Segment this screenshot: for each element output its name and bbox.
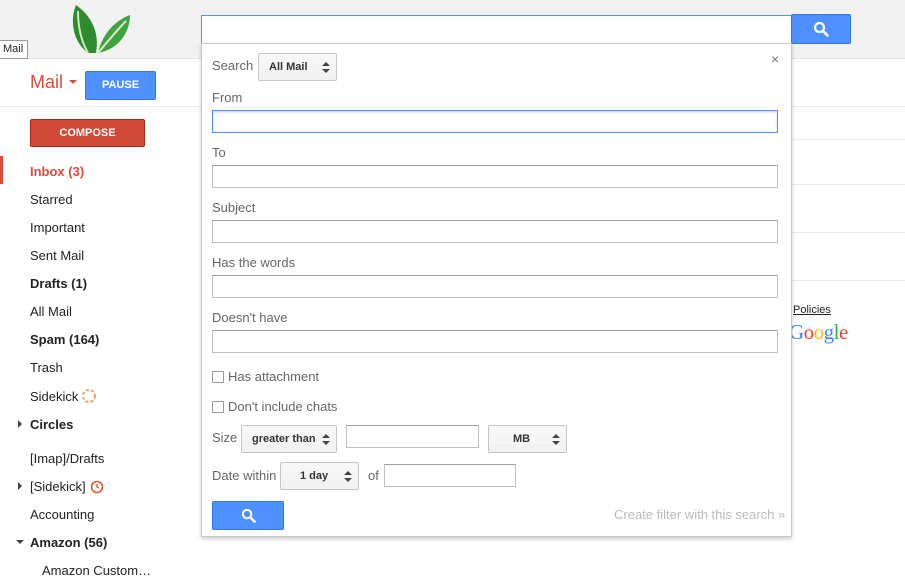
no-chats-label[interactable]: Don't include chats <box>228 399 337 414</box>
to-field[interactable] <box>212 165 778 188</box>
advanced-search-button[interactable] <box>212 501 284 530</box>
subject-label: Subject <box>212 200 256 215</box>
size-unit-value: MB <box>513 433 531 445</box>
from-label: From <box>212 90 243 105</box>
expand-icon[interactable] <box>18 420 22 428</box>
sidebar-item-accounting[interactable]: Accounting <box>30 507 94 522</box>
subject-field[interactable] <box>212 220 778 243</box>
sidebar-item-spam[interactable]: Spam (164) <box>30 332 99 347</box>
of-label: of <box>368 468 379 483</box>
no-chats-checkbox[interactable] <box>212 401 224 413</box>
has-attachment-checkbox[interactable] <box>212 371 224 383</box>
doesnt-have-field[interactable] <box>212 330 778 353</box>
sidebar-item-sidekick[interactable]: Sidekick <box>30 389 78 404</box>
date-within-value: 1 day <box>300 470 329 482</box>
sidebar-item-sent[interactable]: Sent Mail <box>30 248 84 263</box>
date-within-select[interactable]: 1 day <box>280 462 359 490</box>
pause-button[interactable]: PAUSE <box>85 71 156 100</box>
has-words-field[interactable] <box>212 275 778 298</box>
search-icon <box>813 21 829 37</box>
sidebar-item-amazon-customer[interactable]: Amazon Custom… <box>42 563 151 578</box>
size-unit-select[interactable]: MB <box>488 425 567 453</box>
leaf-logo[interactable] <box>68 1 136 59</box>
size-value-field[interactable] <box>346 425 479 448</box>
sidebar-item-important[interactable]: Important <box>30 220 85 235</box>
doesnt-have-label: Doesn't have <box>212 310 288 325</box>
sidebar-item-all-mail[interactable]: All Mail <box>30 304 72 319</box>
date-field[interactable] <box>384 464 516 487</box>
sidebar-item-starred[interactable]: Starred <box>30 192 73 207</box>
select-arrows-icon <box>322 62 330 73</box>
search-scope-value: All Mail <box>269 61 308 73</box>
date-within-label: Date within <box>212 468 277 483</box>
search-icon <box>241 508 256 523</box>
select-arrows-icon <box>552 434 560 445</box>
sidebar-item-drafts[interactable]: Drafts (1) <box>30 276 87 291</box>
google-logo: Google <box>789 320 848 344</box>
sidebar-item-trash[interactable]: Trash <box>30 360 63 375</box>
policies-link[interactable]: Policies <box>793 304 831 316</box>
compose-button[interactable]: COMPOSE <box>30 119 145 147</box>
to-label: To <box>212 145 226 160</box>
sidebar-item-imap-drafts[interactable]: [Imap]/Drafts <box>30 451 104 466</box>
sidebar-item-amazon[interactable]: Amazon (56) <box>30 535 107 550</box>
collapse-icon[interactable] <box>16 540 24 544</box>
clock-icon <box>90 480 104 494</box>
mail-switcher[interactable]: Mail <box>30 72 63 93</box>
size-operator-value: greater than <box>252 433 316 445</box>
active-indicator <box>0 156 3 184</box>
close-icon[interactable]: × <box>771 51 779 67</box>
search-input[interactable] <box>201 15 792 44</box>
sidekick-icon <box>82 389 96 403</box>
search-scope-select[interactable]: All Mail <box>258 53 337 81</box>
sidebar-item-circles[interactable]: Circles <box>30 417 73 432</box>
has-words-label: Has the words <box>212 255 296 270</box>
advanced-search-panel: Search All Mail × From To Subject Has th… <box>201 43 792 537</box>
search-button[interactable] <box>791 14 851 44</box>
from-field[interactable] <box>212 110 778 133</box>
create-filter-link[interactable]: Create filter with this search » <box>614 507 785 522</box>
search-scope-label: Search <box>212 58 254 73</box>
sidebar-item-inbox[interactable]: Inbox (3) <box>30 164 84 179</box>
size-operator-select[interactable]: greater than <box>241 425 337 453</box>
chevron-down-icon[interactable] <box>69 80 77 84</box>
select-arrows-icon <box>344 471 352 482</box>
select-arrows-icon <box>322 434 330 445</box>
size-label: Size <box>212 430 238 445</box>
sidebar-item-sidekick-label[interactable]: [Sidekick] <box>30 479 86 494</box>
has-attachment-label[interactable]: Has attachment <box>228 369 319 384</box>
expand-icon[interactable] <box>18 482 22 490</box>
tooltip: Mail <box>0 40 29 59</box>
